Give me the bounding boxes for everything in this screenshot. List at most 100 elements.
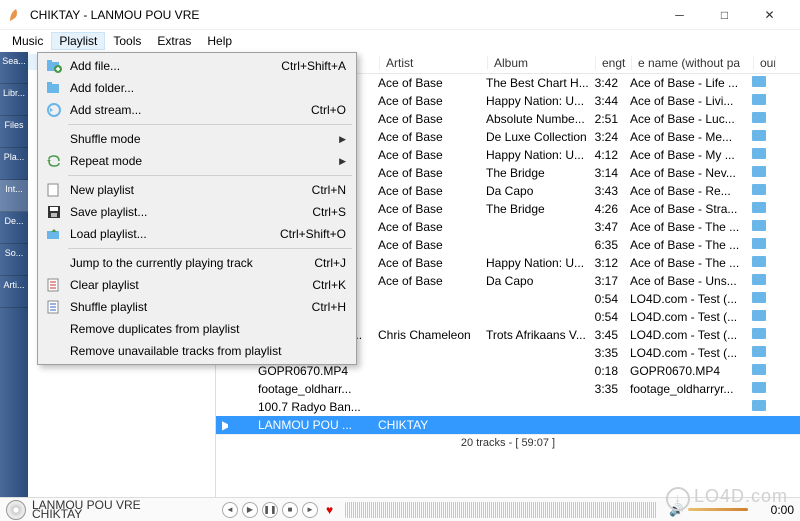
menu-item-shuffle-playlist[interactable]: Shuffle playlistCtrl+H xyxy=(40,296,354,318)
column-header[interactable]: ourc xyxy=(754,56,776,70)
menu-item-jump-to-the-currently-playing-track[interactable]: Jump to the currently playing track Ctrl+… xyxy=(40,252,354,274)
menu-item-remove-duplicates-from-playlist[interactable]: Remove duplicates from playlist xyxy=(40,318,354,340)
blank-icon xyxy=(44,321,64,337)
next-button[interactable]: ► xyxy=(302,502,318,518)
menu-item-add-file[interactable]: Add file... Ctrl+Shift+A xyxy=(40,55,354,77)
menu-music[interactable]: Music xyxy=(4,32,51,50)
load-icon xyxy=(44,226,64,242)
sidetab-de[interactable]: De... xyxy=(0,212,28,244)
menu-playlist[interactable]: Playlist xyxy=(51,32,105,50)
menu-item-add-stream[interactable]: Add stream...Ctrl+O xyxy=(40,99,354,121)
menu-shortcut: Ctrl+Shift+A xyxy=(281,59,346,73)
folder-icon xyxy=(752,148,766,159)
stop-button[interactable]: ■ xyxy=(282,502,298,518)
titlebar: CHIKTAY - LANMOU POU VRE ─ □ ✕ xyxy=(0,0,800,30)
column-header[interactable]: Artist xyxy=(380,56,488,70)
folder-icon xyxy=(752,328,766,339)
menu-shortcut: Ctrl+S xyxy=(312,205,346,219)
menu-shortcut: Ctrl+H xyxy=(312,300,346,314)
folder-icon xyxy=(752,346,766,357)
menu-item-label: Load playlist... xyxy=(70,227,264,241)
new-icon xyxy=(44,182,64,198)
sidetab-files[interactable]: Files xyxy=(0,116,28,148)
menu-item-label: Clear playlist xyxy=(70,278,296,292)
repeat-icon xyxy=(44,153,64,169)
menu-item-remove-unavailable-tracks-from-playlist[interactable]: Remove unavailable tracks from playlist xyxy=(40,340,354,362)
submenu-arrow-icon: ▶ xyxy=(339,134,346,145)
track-row[interactable]: ▶LANMOU POU ...CHIKTAY xyxy=(216,416,800,434)
sidetab-arti[interactable]: Arti... xyxy=(0,276,28,308)
folder-icon xyxy=(752,202,766,213)
folder-icon xyxy=(752,112,766,123)
menu-item-label: Save playlist... xyxy=(70,205,296,219)
now-playing-text: LANMOU POU VRE CHIKTAY xyxy=(32,501,222,519)
sidetab-pla[interactable]: Pla... xyxy=(0,148,28,180)
add-folder-icon xyxy=(44,80,64,96)
side-tabstrip: Sea...Libr...FilesPla...Int...De...So...… xyxy=(0,52,28,497)
elapsed-time: 0:00 xyxy=(756,503,794,517)
menu-item-clear-playlist[interactable]: Clear playlistCtrl+K xyxy=(40,274,354,296)
folder-icon xyxy=(752,256,766,267)
close-button[interactable]: ✕ xyxy=(747,1,792,29)
volume-icon[interactable]: 🔊 xyxy=(669,503,684,517)
folder-icon xyxy=(752,76,766,87)
sidetab-sea[interactable]: Sea... xyxy=(0,52,28,84)
menu-item-repeat-mode[interactable]: Repeat mode ▶ xyxy=(40,150,354,172)
folder-icon xyxy=(752,220,766,231)
menu-item-label: Add folder... xyxy=(70,81,346,95)
track-row[interactable]: 100.7 Radyo Ban... xyxy=(216,398,800,416)
menu-item-save-playlist[interactable]: Save playlist... Ctrl+S xyxy=(40,201,354,223)
minimize-button[interactable]: ─ xyxy=(657,1,702,29)
play-button[interactable]: ▶ xyxy=(242,502,258,518)
menu-item-label: Repeat mode xyxy=(70,154,331,168)
menu-item-new-playlist[interactable]: New playlist Ctrl+N xyxy=(40,179,354,201)
sidetab-int[interactable]: Int... xyxy=(0,180,28,212)
playback-controls: ◄ ▶ ❚❚ ■ ► ♥ xyxy=(222,502,337,518)
menu-item-label: Remove unavailable tracks from playlist xyxy=(70,344,346,358)
maximize-button[interactable]: □ xyxy=(702,1,747,29)
save-icon xyxy=(44,204,64,220)
folder-icon xyxy=(752,400,766,411)
folder-icon xyxy=(752,166,766,177)
shuffle-icon xyxy=(44,299,64,315)
submenu-arrow-icon: ▶ xyxy=(339,156,346,167)
playlist-menu-dropdown: Add file... Ctrl+Shift+A Add folder... Add … xyxy=(37,52,357,365)
folder-icon xyxy=(752,184,766,195)
column-header[interactable]: engt xyxy=(596,56,632,70)
track-row[interactable]: footage_oldharr...3:35footage_oldharryr.… xyxy=(216,380,800,398)
menu-item-label: Jump to the currently playing track xyxy=(70,256,298,270)
sidetab-so[interactable]: So... xyxy=(0,244,28,276)
pause-button[interactable]: ❚❚ xyxy=(262,502,278,518)
menu-extras[interactable]: Extras xyxy=(149,32,199,50)
waveform[interactable] xyxy=(345,502,657,518)
volume-slider[interactable] xyxy=(688,508,748,511)
folder-icon xyxy=(752,238,766,249)
player-bar: LANMOU POU VRE CHIKTAY ◄ ▶ ❚❚ ■ ► ♥ 🔊 0:… xyxy=(0,497,800,521)
folder-icon xyxy=(752,292,766,303)
folder-icon xyxy=(752,130,766,141)
prev-button[interactable]: ◄ xyxy=(222,502,238,518)
column-header[interactable]: e name (without pa xyxy=(632,56,754,70)
blank-icon xyxy=(44,343,64,359)
disc-icon xyxy=(6,500,26,520)
menu-item-shuffle-mode[interactable]: Shuffle mode ▶ xyxy=(40,128,354,150)
menu-item-label: Add stream... xyxy=(70,103,295,117)
favorite-icon[interactable]: ♥ xyxy=(326,503,333,517)
menu-item-label: Shuffle mode xyxy=(70,132,331,146)
blank-icon xyxy=(44,255,64,271)
folder-icon xyxy=(752,94,766,105)
clear-icon xyxy=(44,277,64,293)
menu-item-label: New playlist xyxy=(70,183,296,197)
column-header[interactable]: Album xyxy=(488,56,596,70)
menu-shortcut: Ctrl+J xyxy=(314,256,346,270)
menu-item-load-playlist[interactable]: Load playlist...Ctrl+Shift+O xyxy=(40,223,354,245)
menu-help[interactable]: Help xyxy=(199,32,240,50)
menu-shortcut: Ctrl+N xyxy=(312,183,346,197)
menu-item-label: Add file... xyxy=(70,59,265,73)
menu-item-add-folder[interactable]: Add folder... xyxy=(40,77,354,99)
folder-icon xyxy=(752,274,766,285)
menubar: MusicPlaylistToolsExtrasHelp xyxy=(0,30,800,52)
blank-icon xyxy=(44,131,64,147)
menu-tools[interactable]: Tools xyxy=(105,32,149,50)
sidetab-libr[interactable]: Libr... xyxy=(0,84,28,116)
